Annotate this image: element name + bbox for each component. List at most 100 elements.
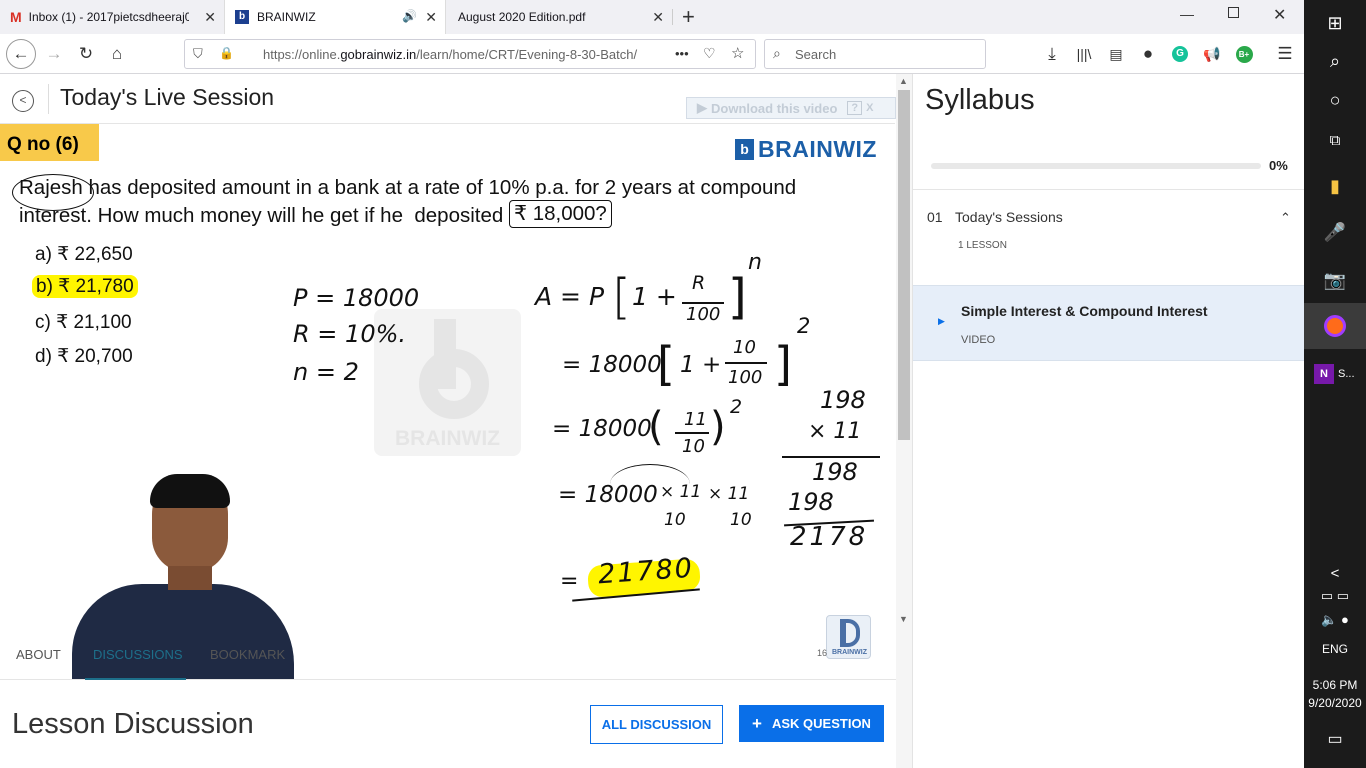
download-icon[interactable]: ⤓ (1038, 41, 1066, 67)
language-indicator[interactable]: ENG (1304, 626, 1366, 672)
browser-tab-strip: M Inbox (1) - 2017pietcsdheeraj0 ✕ b BRA… (0, 0, 1304, 34)
play-icon: ▶ (697, 100, 707, 115)
megaphone-icon[interactable]: 📢 (1198, 41, 1226, 67)
option-b-highlighted: b) ₹ 21,780 (32, 275, 138, 298)
tab-brainwiz[interactable]: b BRAINWIZ 🔊 ✕ (224, 0, 446, 34)
tab-divider (672, 9, 673, 25)
main-content: < Today's Live Session ▶ Download this v… (0, 74, 912, 768)
step3-denominator-2: 10 (730, 510, 752, 530)
voice-recorder-icon[interactable]: 🎤 (1304, 209, 1366, 255)
library-icon[interactable]: |||\ (1070, 41, 1098, 67)
search-input[interactable]: ⌕ Search (764, 39, 986, 69)
brainwiz-logo-icon: b (735, 139, 754, 160)
lock-icon[interactable]: 🔒 (219, 46, 234, 60)
home-button[interactable]: ⌂ (103, 41, 131, 67)
clock-date[interactable]: 9/20/2020 (1304, 696, 1366, 710)
close-tab-icon[interactable]: ✕ (652, 9, 664, 26)
ask-question-button[interactable]: + ASK QUESTION (739, 705, 884, 742)
search-placeholder: Search (795, 47, 837, 62)
syllabus-panel: Syllabus 0% 01 Today's Sessions ⌃ 1 LESS… (912, 74, 1305, 768)
page-scrollbar-track[interactable]: ▲ ▼ (896, 74, 912, 768)
video-player[interactable]: ▶ Download this video ? X Q no (6) b BRA… (0, 97, 896, 679)
onenote-icon[interactable]: N S... (1304, 351, 1366, 397)
tab-brainwiz-label: BRAINWIZ (257, 10, 316, 24)
file-explorer-icon[interactable]: ▮ (1304, 163, 1366, 209)
back-circle-icon[interactable]: < (12, 90, 34, 112)
watermark-b-bowl (419, 349, 489, 419)
step2-lhs: = 18000 (552, 416, 652, 442)
forward-button[interactable]: → (40, 41, 68, 67)
close-tab-icon[interactable]: ✕ (425, 9, 437, 26)
tab-discussions[interactable]: DISCUSSIONS (85, 629, 186, 680)
presenter-hair (150, 474, 230, 508)
notifications-icon[interactable]: ▭ (1304, 716, 1366, 762)
close-window-icon[interactable]: ✕ (1273, 5, 1286, 25)
ask-question-label: ASK QUESTION (771, 716, 871, 731)
page-title: Today's Live Session (60, 84, 275, 110)
extension-b-icon[interactable]: B+ (1230, 41, 1258, 67)
task-view-icon[interactable]: ⧉ (1304, 117, 1366, 163)
page-scrollbar-thumb[interactable] (898, 90, 910, 440)
back-button[interactable]: ← (6, 39, 36, 69)
speaker-icon[interactable]: 🔊 (402, 9, 417, 23)
tab-pdf[interactable]: August 2020 Edition.pdf ✕ (448, 0, 673, 34)
close-tab-icon[interactable]: ✕ (204, 9, 216, 26)
download-video-label: Download this video (711, 100, 838, 116)
help-icon[interactable]: ? (847, 101, 863, 115)
grammarly-icon[interactable]: G (1166, 41, 1194, 67)
hamburger-menu-icon[interactable]: ☰ (1271, 41, 1299, 67)
shield-icon[interactable]: ⛉ (193, 46, 203, 62)
step1-bracket-left: [ (657, 337, 675, 391)
formula-bracket-left: [ (612, 269, 631, 325)
firefox-icon[interactable] (1304, 303, 1366, 349)
progress-bar (931, 163, 1261, 169)
given-n: n = 2 (293, 358, 359, 386)
step2-denominator: 10 (682, 436, 705, 457)
scroll-up-icon[interactable]: ▲ (899, 76, 908, 86)
question-text-line-2-main: interest. How much money will he get if … (19, 204, 509, 227)
bookmark-star-icon[interactable]: ☆ (731, 44, 744, 62)
play-icon: ▶ (938, 316, 945, 326)
all-discussion-button[interactable]: ALL DISCUSSION (590, 705, 723, 744)
close-icon[interactable]: X (866, 102, 873, 114)
formula-bracket-right: ] (728, 269, 747, 325)
sidebar-toggle-icon[interactable]: ▤ (1102, 41, 1130, 67)
lesson-item-selected[interactable]: ▶ Simple Interest & Compound Interest VI… (913, 285, 1305, 361)
tab-about[interactable]: ABOUT (16, 647, 61, 662)
restore-icon[interactable] (1228, 7, 1239, 18)
option-d: d) ₹ 20,700 (35, 346, 133, 367)
account-icon[interactable]: ● (1134, 41, 1162, 67)
section-title: Today's Sessions (955, 209, 1063, 225)
onenote-label: S... (1338, 368, 1355, 380)
step1-exponent: 2 (797, 314, 811, 338)
minimize-icon[interactable]: — (1180, 6, 1194, 22)
step2-paren-left: ( (648, 404, 664, 450)
calc-line-4: 198 (788, 488, 834, 516)
brainwiz-favicon: b (235, 10, 249, 24)
tab-gmail[interactable]: M Inbox (1) - 2017pietcsdheeraj0 ✕ (0, 0, 224, 34)
brainwiz-logo: b BRAINWIZ (735, 136, 877, 163)
section-lesson-count: 1 LESSON (958, 240, 1007, 251)
chevron-up-icon[interactable]: ⌃ (1280, 210, 1291, 226)
step1-inner: 1 + (680, 352, 722, 378)
url-bar[interactable]: ⛉ 🔒 https://online.gobrainwiz.in/learn/h… (184, 39, 756, 69)
section-today-sessions[interactable]: 01 Today's Sessions ⌃ 1 LESSON (913, 190, 1305, 285)
lesson-type: VIDEO (961, 334, 996, 346)
camera-icon[interactable]: 📷 (1304, 257, 1366, 303)
calc-line-1: 198 (820, 386, 866, 414)
download-video-bar[interactable]: ▶ Download this video ? X (686, 97, 896, 119)
step2-numerator: 11 (684, 409, 707, 430)
search-icon: ⌕ (773, 45, 781, 61)
pocket-icon[interactable]: ♡ (703, 45, 716, 62)
step2-paren-right: ) (710, 404, 726, 450)
tab-bookmark[interactable]: BOOKMARK (210, 647, 285, 662)
url-text[interactable]: https://online.gobrainwiz.in/learn/home/… (263, 47, 663, 62)
clock-time[interactable]: 5:06 PM (1304, 678, 1366, 692)
step1-fraction-bar (725, 362, 767, 364)
page-actions-icon[interactable]: ••• (675, 46, 689, 61)
syllabus-title: Syllabus (925, 84, 1035, 116)
step1-bracket-right: ] (774, 337, 792, 391)
reload-button[interactable]: ↻ (72, 41, 100, 67)
new-tab-button[interactable]: + (682, 4, 695, 30)
scroll-down-icon[interactable]: ▼ (899, 614, 908, 624)
